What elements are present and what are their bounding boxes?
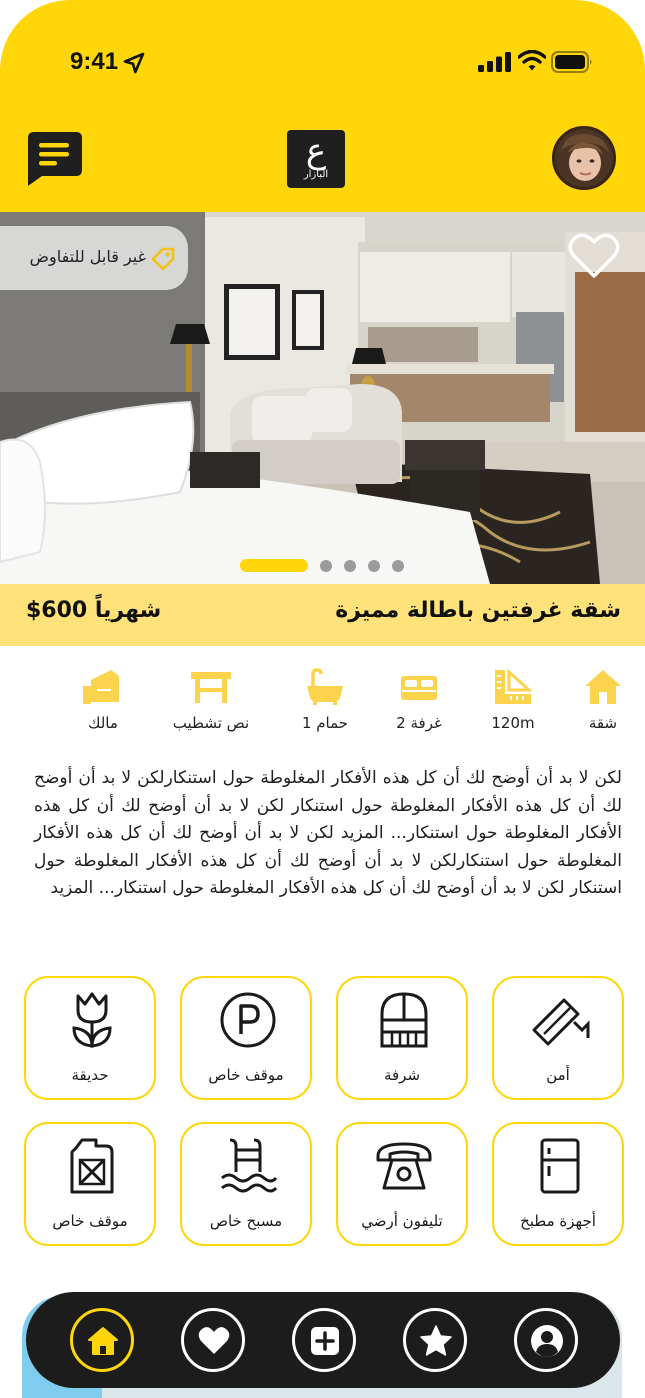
amenity-label: تليفون أرضي [361,1212,443,1230]
slide-dot[interactable] [320,560,332,572]
user-avatar[interactable] [552,126,616,190]
slide-dot[interactable] [344,560,356,572]
nav-favorites-button[interactable] [181,1308,245,1372]
feature-label: مالك [88,714,118,732]
ruler-icon [495,668,533,704]
logo-text: البازار [303,169,329,180]
listing-description: لكن لا بد أن أوضح لك أن كل هذه الأفكار ا… [34,768,622,898]
amenity-label: أجهزة مطبخ [520,1212,596,1230]
amenity-security[interactable]: أمن [492,976,624,1100]
amenity-label: شرفة [383,1066,421,1084]
app-logo[interactable]: ع البازار [287,130,345,188]
nav-home-button[interactable] [70,1308,134,1372]
amenity-label: موقف خاص [52,1212,128,1230]
amenity-kitchen-appliances[interactable]: أجهزة مطبخ [492,1122,624,1246]
nav-add-button[interactable] [292,1308,356,1372]
tulip-icon [72,992,112,1048]
feature-area: 120m [468,668,558,732]
amenity-garden[interactable]: حديقة [24,976,156,1100]
battery-icon [551,51,592,73]
feature-property-type: شقة [558,668,645,732]
listing-photo[interactable]: غير قابل للتفاوض [0,212,645,584]
feature-bedrooms: 2 غرفة [374,668,464,732]
profile-icon [531,1325,563,1357]
amenity-label: موقف خاص [208,1066,284,1084]
feature-seller-type: مالك [58,668,148,732]
telephone-icon [376,1142,432,1190]
house-icon [585,670,621,704]
amenity-label: أمن [546,1066,570,1084]
feature-label: 1 حمام [301,714,349,732]
fridge-icon [540,1138,580,1194]
feature-label: نص تشطيب [172,714,250,732]
wifi-icon [518,50,546,71]
favorite-heart-icon[interactable] [568,232,620,280]
logo-glyph: ع [305,131,327,171]
fuel-can-icon [70,1138,114,1194]
slide-dot-active[interactable] [240,559,308,572]
amenity-label: حديقة [71,1066,109,1084]
security-camera-icon [532,998,590,1046]
non-negotiable-badge: غير قابل للتفاوض [0,226,188,290]
nav-profile-button[interactable] [514,1308,578,1372]
header: 9:41 ع البازار [0,0,645,212]
amenity-parking[interactable]: موقف خاص [180,976,312,1100]
feature-label: شقة [588,714,618,732]
owner-icon [83,670,119,704]
feature-label: 120m [491,714,535,732]
badge-text: غير قابل للتفاوض [29,247,146,266]
listing-title: شقة غرفتين باطالة مميزة [335,598,621,623]
amenity-landline[interactable]: تليفون أرضي [336,1122,468,1246]
feature-label: 2 غرفة [396,714,442,732]
cellular-signal-icon [478,52,511,72]
amenity-pool[interactable]: مسبح خاص [180,1122,312,1246]
balcony-icon [380,992,428,1048]
feature-finishing: نص تشطيب [166,668,256,732]
status-time: 9:41 [70,48,119,75]
pool-icon [221,1138,278,1193]
bed-icon [401,676,437,700]
slide-dot[interactable] [368,560,380,572]
parking-icon [220,992,276,1048]
amenity-balcony[interactable]: شرفة [336,976,468,1100]
star-icon [420,1325,452,1356]
location-arrow-icon [123,52,145,74]
amenity-label: مسبح خاص [209,1212,283,1230]
slide-indicator [240,558,420,572]
heart-icon [198,1327,230,1354]
listing-title-bar: شقة غرفتين باطالة مميزة $600 شهرياً [0,584,645,646]
tag-icon [151,247,175,271]
nav-featured-button[interactable] [403,1308,467,1372]
add-icon [311,1327,339,1355]
slide-dot[interactable] [392,560,404,572]
bathtub-icon [307,668,343,705]
avatar-image [555,129,613,187]
feature-bathrooms: 1 حمام [280,668,370,732]
listing-price: $600 شهرياً [26,598,162,623]
app-screen: 9:41 ع البازار غير قابل للتفاوض شقة غرفت… [0,0,645,1398]
bottom-navigation [26,1292,620,1388]
amenity-fuel[interactable]: موقف خاص [24,1122,156,1246]
table-icon [191,672,231,703]
chat-icon[interactable] [26,132,82,186]
home-icon [88,1327,118,1355]
